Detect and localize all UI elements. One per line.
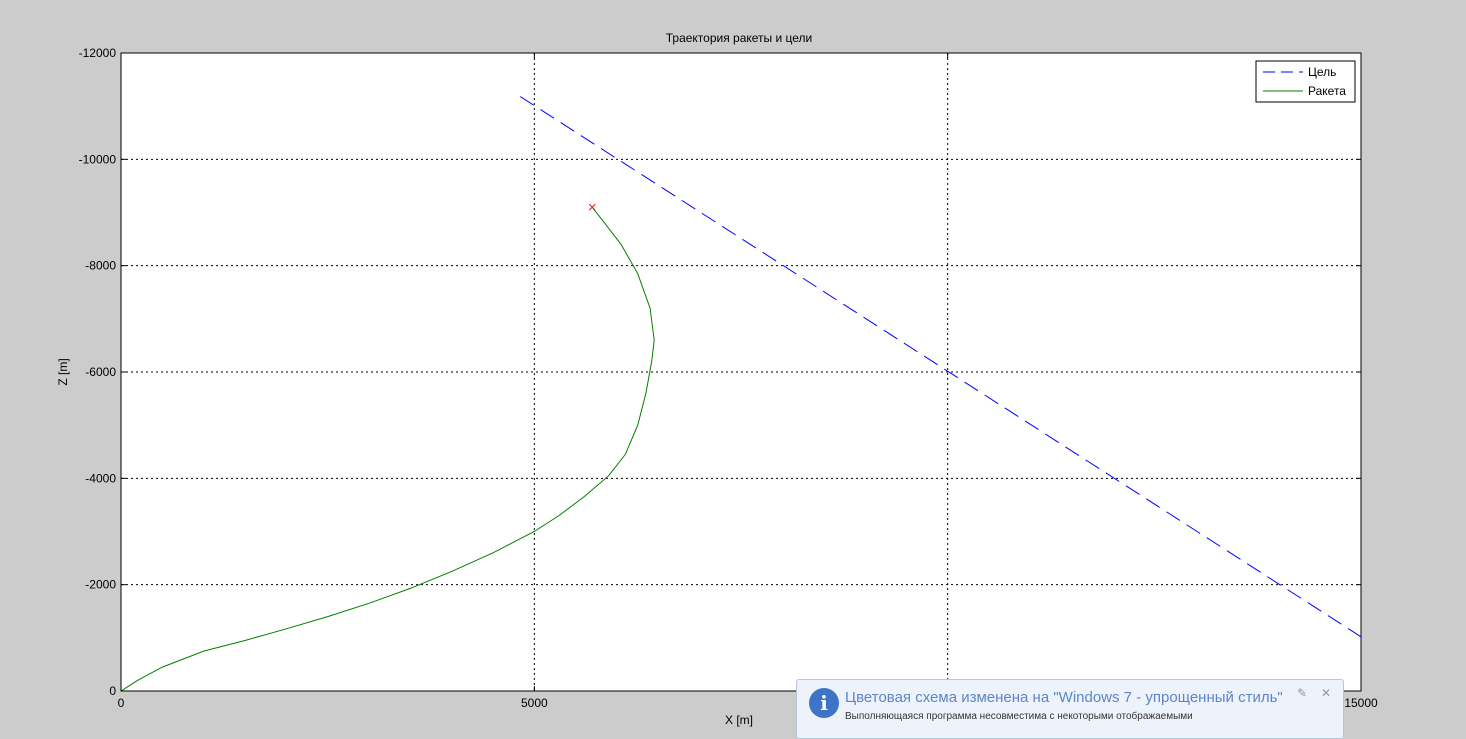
notification-title: Цветовая схема изменена на "Windows 7 - … [845, 689, 1283, 706]
x-tick-label: 0 [118, 696, 125, 710]
info-icon: i [809, 688, 839, 718]
chart-figure: Траектория ракеты и цели 050001000015000… [56, 31, 1378, 727]
pin-icon[interactable]: ✎ [1297, 686, 1307, 700]
legend-label-target: Цель [1308, 65, 1336, 79]
y-tick-label: -12000 [79, 46, 117, 60]
x-tick-label: 15000 [1344, 696, 1378, 710]
y-tick-label: -2000 [85, 578, 116, 592]
chart-title: Траектория ракеты и цели [666, 31, 813, 45]
x-tick-label: 5000 [521, 696, 548, 710]
notification-popup[interactable]: i Цветовая схема изменена на "Windows 7 … [796, 679, 1344, 739]
y-tick-label: 0 [109, 684, 116, 698]
y-tick-label: -10000 [79, 152, 117, 166]
notification-body: Выполняющаяся программа несовместима с н… [845, 711, 1193, 722]
legend: Цель Ракета [1255, 60, 1356, 103]
y-axis-label: Z [m] [56, 358, 70, 385]
x-axis-label: X [m] [725, 713, 753, 727]
close-icon[interactable]: ✕ [1321, 686, 1331, 700]
y-tick-label: -6000 [85, 365, 116, 379]
y-tick-label: -4000 [85, 471, 116, 485]
legend-label-missile: Ракета [1308, 84, 1346, 98]
y-tick-label: -8000 [85, 259, 116, 273]
